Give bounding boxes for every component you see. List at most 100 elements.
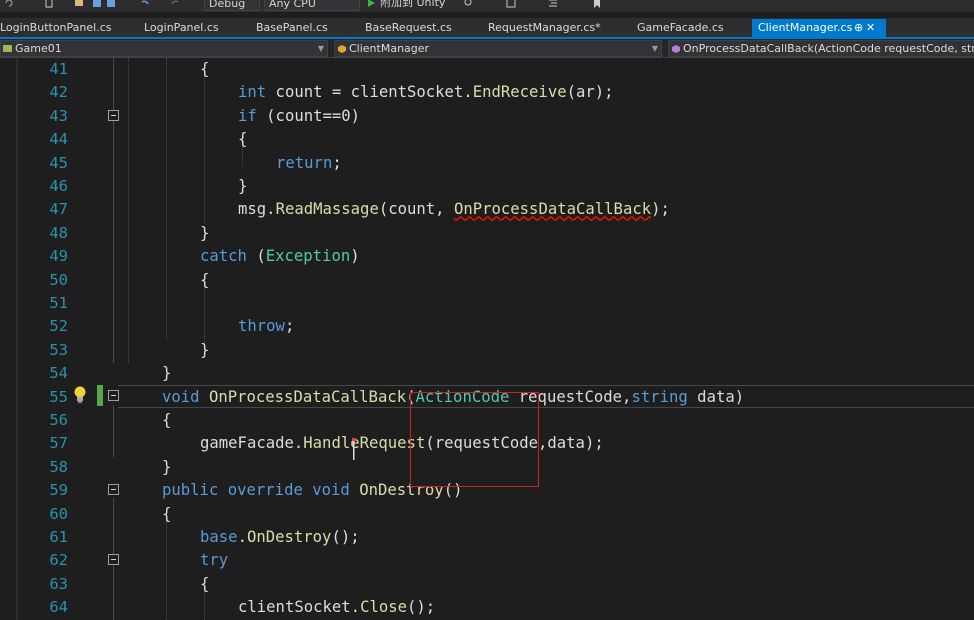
line-number: 46 (49, 177, 68, 195)
member-dropdown[interactable]: OnProcessDataCallBack(ActionCode request… (668, 40, 974, 57)
code-line: 64 clientSocket.Close(); (0, 596, 974, 619)
tab-baserequest[interactable]: BaseRequest.cs (365, 19, 452, 37)
code-line: 60 { (0, 503, 974, 526)
code-line: 62 try (0, 549, 974, 572)
line-number: 41 (49, 60, 68, 78)
tab-clientmanager[interactable]: ClientManager.cs ⊕ ✕ (752, 19, 886, 37)
code-text[interactable]: } (162, 456, 171, 479)
code-line: 46} (0, 175, 974, 198)
code-text[interactable]: } (162, 362, 171, 385)
undo-icon[interactable] (4, 0, 14, 8)
code-text[interactable]: throw; (238, 315, 294, 338)
line-number: 53 (49, 340, 68, 359)
bookmark-icon[interactable] (592, 0, 602, 8)
code-text[interactable]: } (200, 222, 209, 245)
code-line: 61 base.OnDestroy(); (0, 526, 974, 549)
code-line: 47 msg.ReadMassage(count, OnProcessDataCa… (0, 198, 974, 221)
attach-button[interactable]: 附加到 Unity (380, 0, 445, 10)
line-number: 43 (49, 106, 68, 125)
code-text[interactable]: if (count==0) (238, 105, 360, 128)
window-icon[interactable] (506, 0, 516, 8)
tab-basepanel[interactable]: BasePanel.cs (256, 19, 328, 37)
line-number: 63 (49, 574, 68, 593)
line-number: 52 (49, 317, 68, 336)
chevron-down-icon: ▼ (317, 44, 324, 53)
close-icon[interactable]: ✕ (866, 19, 875, 37)
code-line: 63 { (0, 573, 974, 596)
config-dropdown[interactable]: Debug (204, 0, 260, 11)
code-text[interactable]: msg.ReadMassage(count, OnProcessDataCall… (238, 198, 670, 221)
tab-loginpanel[interactable]: LoginPanel.cs (144, 19, 219, 37)
code-text[interactable]: } (238, 175, 247, 198)
navigation-bar: Game01 ▼ ClientManager ▼ OnProcessDataCa… (0, 39, 974, 58)
line-number: 47 (49, 200, 68, 219)
tab-loginbuttonpanel[interactable]: LoginButtonPanel.cs (0, 19, 111, 37)
code-text[interactable]: int count = clientSocket.EndReceive(ar); (238, 81, 614, 104)
line-number: 58 (49, 457, 68, 476)
line-number: 45 (49, 153, 68, 172)
line-number: 50 (49, 270, 68, 289)
code-text[interactable]: catch (Exception) (200, 245, 360, 268)
save-icon[interactable] (92, 0, 102, 8)
undo-arrow-icon[interactable] (140, 0, 150, 8)
new-file-icon[interactable] (44, 0, 54, 8)
code-line: 54} (0, 362, 974, 385)
code-line: 49 catch (Exception) (0, 245, 974, 268)
code-text[interactable]: gameFacade.HandleRequest(requestCode,dat… (200, 432, 604, 455)
code-line: 51 (0, 292, 974, 315)
code-line: 45 return; (0, 152, 974, 175)
code-text[interactable]: { (200, 58, 209, 81)
open-folder-icon[interactable] (74, 0, 84, 8)
code-text[interactable]: { (238, 128, 247, 151)
line-number: 55 (49, 387, 68, 406)
line-number: 56 (49, 411, 68, 429)
code-text[interactable]: clientSocket.Close(); (238, 596, 435, 619)
search-icon[interactable] (464, 0, 474, 8)
line-number: 60 (49, 504, 68, 523)
text-cursor-icon (352, 438, 356, 462)
line-number: 42 (49, 83, 68, 102)
platform-dropdown[interactable]: Any CPU (264, 0, 360, 11)
method-icon (671, 43, 681, 53)
code-text[interactable]: { (162, 503, 171, 526)
tab-gamefacade[interactable]: GameFacade.cs (637, 19, 724, 37)
line-number: 44 (49, 130, 68, 149)
pin-icon[interactable]: ⊕ (854, 19, 863, 37)
line-number: 61 (49, 528, 68, 546)
code-line: 43 if (count==0) (0, 105, 974, 128)
line-number: 51 (49, 294, 68, 312)
csharp-project-icon (3, 42, 13, 52)
save-all-icon[interactable] (106, 0, 116, 8)
code-line: 42 int count = clientSocket.EndReceive(ar… (0, 81, 974, 104)
code-text[interactable]: } (200, 339, 209, 362)
code-text[interactable]: { (200, 269, 209, 292)
code-text[interactable]: try (200, 549, 228, 572)
document-tabs: LoginButtonPanel.cs LoginPanel.cs BasePa… (0, 18, 974, 38)
line-number: 59 (49, 481, 68, 500)
code-text[interactable]: { (200, 573, 209, 596)
line-number: 54 (49, 364, 68, 383)
code-line: 52 throw; (0, 315, 974, 338)
project-dropdown[interactable]: Game01 ▼ (0, 40, 328, 57)
code-text[interactable]: { (162, 409, 171, 432)
tab-clientmanager-label: ClientManager.cs (758, 21, 853, 34)
code-line: 50 { (0, 269, 974, 292)
code-text[interactable]: base.OnDestroy(); (200, 526, 360, 549)
toolbar: Debug Any CPU 附加到 Unity (0, 0, 974, 12)
chevron-down-icon: ▼ (651, 44, 658, 53)
type-dropdown[interactable]: ClientManager ▼ (334, 40, 662, 57)
line-number: 49 (49, 247, 68, 266)
play-icon[interactable] (366, 0, 376, 8)
code-line: 53} (0, 339, 974, 362)
indent-icon[interactable] (548, 0, 558, 8)
tab-requestmanager[interactable]: RequestManager.cs* (488, 19, 601, 37)
redo-arrow-icon[interactable] (170, 0, 180, 8)
line-number: 48 (49, 223, 68, 242)
code-line: 48} (0, 222, 974, 245)
annotation-box (410, 392, 539, 487)
code-editor[interactable]: 41 {42 int count = clientSocket.EndReceive… (0, 58, 974, 620)
project-name: Game01 (15, 42, 62, 55)
type-name: ClientManager (349, 42, 430, 55)
code-text[interactable]: return; (276, 152, 342, 175)
code-line: 44 { (0, 128, 974, 151)
